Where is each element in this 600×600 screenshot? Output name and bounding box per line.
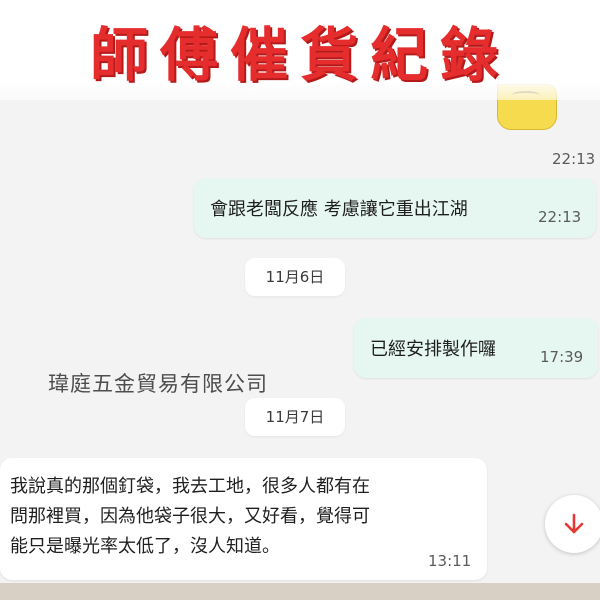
banner-title: 師傅催貨紀錄 xyxy=(89,21,510,89)
incoming-message-1[interactable]: 我說真的那個釘袋，我去工地，很多人都有在 問那裡買，因為他袋子很大，又好看，覺得… xyxy=(0,458,487,580)
message-text-block: 我說真的那個釘袋，我去工地，很多人都有在 問那裡買，因為他袋子很大，又好看，覺得… xyxy=(10,472,450,562)
message-time: 22:13 xyxy=(538,208,582,226)
title-banner: 師傅催貨紀錄 xyxy=(0,0,600,100)
outgoing-message-2[interactable]: 已經安排製作囉 17:39 xyxy=(354,318,598,378)
date-divider-nov-7: 11月7日 xyxy=(245,398,345,436)
scroll-to-bottom-button[interactable] xyxy=(545,495,600,553)
message-text: 會跟老闆反應 考慮讓它重出江湖 xyxy=(210,199,468,220)
message-line: 能只是曝光率太低了，沒人知道。 xyxy=(10,536,280,557)
arrow-down-icon xyxy=(564,513,584,534)
message-text: 已經安排製作囉 xyxy=(370,339,496,360)
sticker-timestamp: 22:13 xyxy=(552,150,596,168)
company-watermark: 瑋庭五金貿易有限公司 xyxy=(48,372,268,396)
date-divider-nov-6: 11月6日 xyxy=(245,258,345,296)
message-line: 問那裡買，因為他袋子很大，又好看，覺得可 xyxy=(10,506,370,527)
message-time: 13:11 xyxy=(428,552,472,570)
outgoing-message-1[interactable]: 會跟老闆反應 考慮讓它重出江湖 22:13 xyxy=(194,178,596,238)
message-line: 我說真的那個釘袋，我去工地，很多人都有在 xyxy=(10,476,370,497)
bottom-edge xyxy=(0,583,600,600)
screenshot-frame: 22:13 會跟老闆反應 考慮讓它重出江湖 22:13 11月6日 已經安排製作… xyxy=(0,0,600,600)
message-time: 17:39 xyxy=(540,348,584,366)
